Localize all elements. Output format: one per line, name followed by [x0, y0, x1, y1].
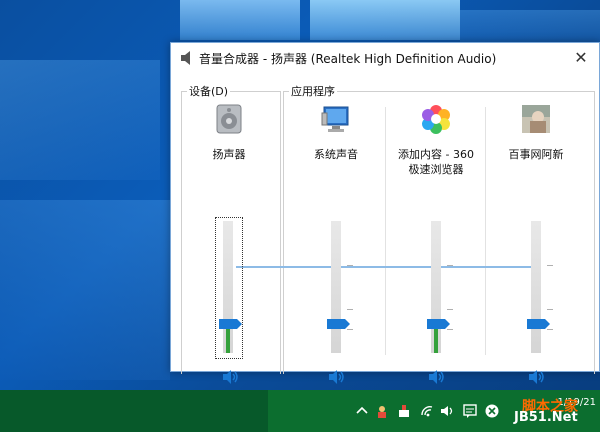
app-thumbnail-icon: [522, 105, 550, 133]
channel-label: 百事网阿新: [508, 148, 564, 161]
channel-baishi-axin: 百事网阿新: [486, 101, 586, 384]
volume-slider[interactable]: [527, 221, 553, 353]
window-title: 音量合成器 - 扬声器 (Realtek High Definition Aud…: [199, 52, 497, 66]
slider-rail: [531, 221, 541, 353]
channel-label: 系统声音: [314, 148, 358, 161]
mute-speaker-icon[interactable]: [427, 369, 447, 385]
taskbar-left-area: [0, 390, 268, 432]
speaker-icon: [181, 51, 190, 65]
app-tray-icon[interactable]: [374, 403, 390, 419]
slider-rail: [331, 221, 341, 353]
slider-thumb[interactable]: [219, 319, 242, 329]
devices-group-label: 设备(D): [187, 83, 231, 99]
browser-360-icon: [422, 105, 450, 134]
channel-speaker: 扬声器: [179, 101, 279, 384]
desktop-light-pane: [0, 200, 170, 380]
system-sounds-icon: [321, 106, 349, 132]
applications-group-label: 应用程序: [289, 83, 337, 99]
watermark-text-bottom: JB51.Net: [514, 410, 578, 425]
desktop-light-pane: [180, 0, 300, 40]
channel-label: 添加内容 - 360极速浏览器: [398, 148, 474, 176]
volume-icon[interactable]: [440, 403, 456, 419]
mute-speaker-icon[interactable]: [327, 369, 347, 385]
desktop-light-pane: [0, 60, 160, 180]
title-bar[interactable]: 音量合成器 - 扬声器 (Realtek High Definition Aud…: [171, 43, 599, 73]
close-button[interactable]: ✕: [569, 46, 593, 70]
channel-360-browser: 添加内容 - 360极速浏览器: [386, 101, 486, 384]
channel-system-sounds: 系统声音: [286, 101, 386, 384]
slider-thumb[interactable]: [527, 319, 550, 329]
slider-ticks: [547, 221, 555, 353]
site-watermark: 脚本之家 JB51.Net: [496, 396, 592, 425]
desktop-light-pane: [310, 0, 460, 40]
volume-slider[interactable]: [219, 221, 237, 353]
slider-thumb[interactable]: [427, 319, 450, 329]
volume-mixer-window: 音量合成器 - 扬声器 (Realtek High Definition Aud…: [170, 42, 600, 384]
slider-ticks: [347, 221, 355, 353]
chevron-up-icon[interactable]: [354, 403, 370, 419]
action-center-icon[interactable]: [462, 403, 478, 419]
wifi-icon[interactable]: [420, 403, 436, 419]
mute-speaker-icon[interactable]: [527, 369, 547, 385]
volume-slider[interactable]: [327, 221, 353, 353]
volume-slider[interactable]: [427, 221, 453, 353]
mute-speaker-icon[interactable]: [221, 369, 241, 385]
network-device-icon[interactable]: [396, 403, 412, 419]
speaker-device-icon: [216, 104, 242, 134]
slider-ticks: [447, 221, 455, 353]
slider-thumb[interactable]: [327, 319, 350, 329]
channel-label: 扬声器: [212, 148, 246, 161]
